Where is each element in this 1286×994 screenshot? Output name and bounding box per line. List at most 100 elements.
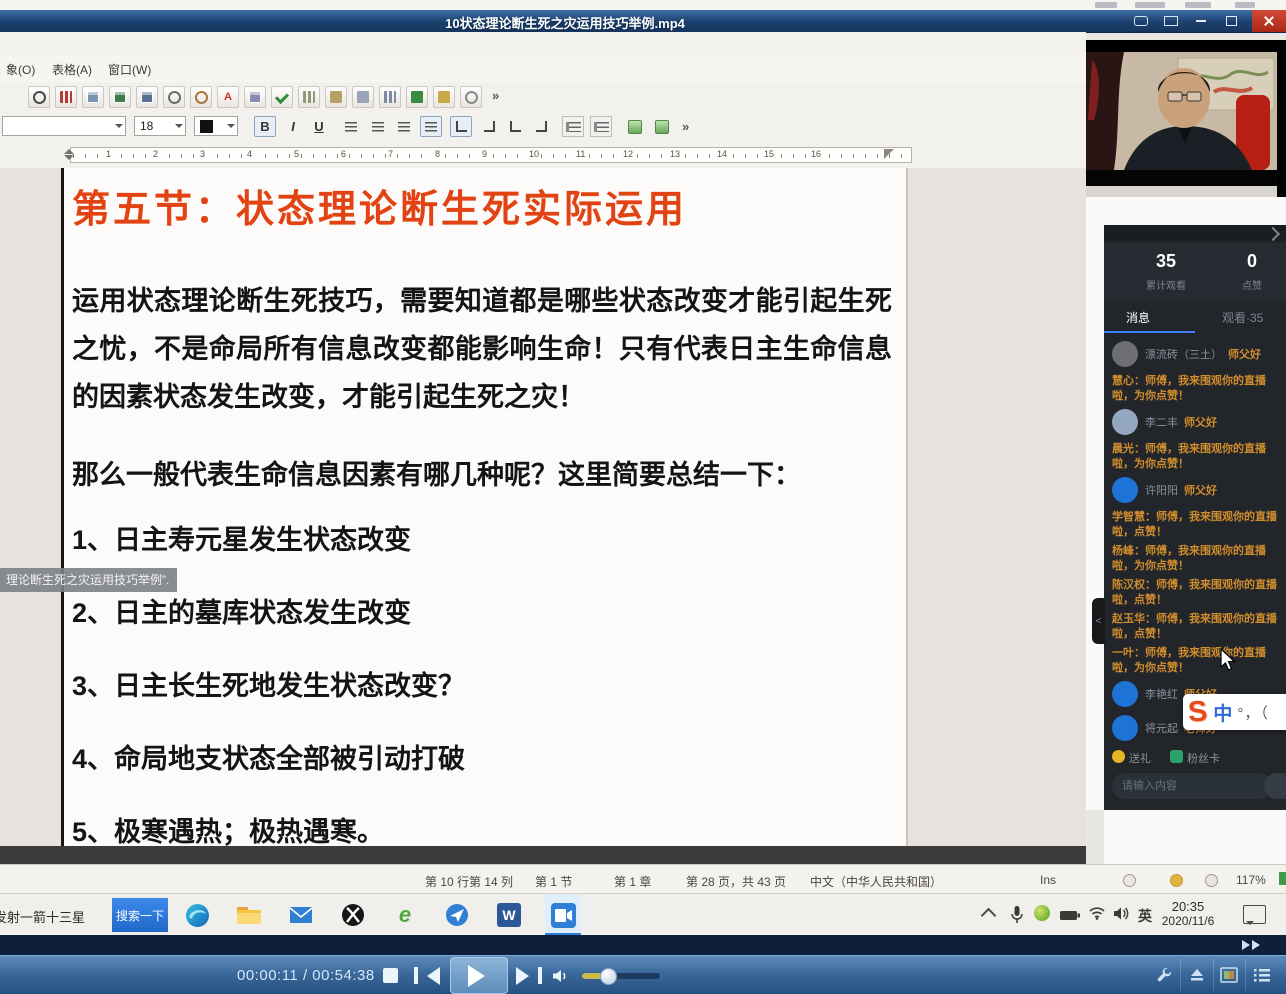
send-button[interactable] <box>1264 773 1286 799</box>
clipboard-icon[interactable] <box>325 86 347 108</box>
zoom-out-icon[interactable] <box>190 86 212 108</box>
chat-message-list[interactable]: 漂流砖（三土）师父好慧心：师傅，我来围观你的直播啦，为你点赞！李二丰师父好晨光：… <box>1112 340 1282 742</box>
video-player-icon[interactable] <box>550 902 576 928</box>
tab-bar-button[interactable] <box>530 116 552 137</box>
fast-forward-icon[interactable] <box>1252 940 1265 950</box>
tab-viewers[interactable]: 观看·35 <box>1222 309 1263 326</box>
table-icon[interactable] <box>136 86 158 108</box>
justify-button[interactable] <box>420 116 442 137</box>
security-tray-icon[interactable] <box>1034 905 1050 921</box>
spreadsheet-icon[interactable] <box>109 86 131 108</box>
panel-collapse-icon[interactable] <box>1266 227 1280 241</box>
volume-icon[interactable] <box>548 956 574 994</box>
numbering-button[interactable] <box>562 116 584 137</box>
font-family-select[interactable] <box>2 116 126 136</box>
chat-username[interactable]: 李艳红 <box>1145 686 1178 702</box>
seek-bar[interactable] <box>0 935 1286 955</box>
tab-center-button[interactable] <box>478 116 500 137</box>
word-icon[interactable]: W <box>496 902 522 928</box>
search-button[interactable]: 搜索一下 <box>112 898 168 932</box>
chat-username[interactable]: 漂流砖（三土） <box>1145 346 1222 362</box>
decrease-indent-button[interactable] <box>624 116 646 137</box>
ime-statusbar[interactable]: S 中 °，（ <box>1183 694 1286 730</box>
tray-clock[interactable]: 20:35 2020/11/6 <box>1156 899 1220 928</box>
frame-icon[interactable] <box>244 86 266 108</box>
spellcheck-icon[interactable] <box>271 86 293 108</box>
toolbar-overflow-icon[interactable]: » <box>492 88 499 103</box>
news-ticker[interactable]: 发射一箭十三星 <box>0 907 85 926</box>
horizontal-scrollbar-band[interactable] <box>0 846 1086 864</box>
find-icon[interactable] <box>28 86 50 108</box>
wifi-icon[interactable] <box>1088 906 1106 925</box>
volume-tray-icon[interactable] <box>1113 906 1130 926</box>
gift-icon[interactable] <box>1112 750 1125 763</box>
eject-icon[interactable] <box>1180 959 1213 991</box>
align-right-button[interactable] <box>393 116 415 137</box>
xbox-icon[interactable] <box>340 902 366 928</box>
ime-language-indicator[interactable]: 英 <box>1138 906 1152 926</box>
ime-punctuation[interactable]: °，（ <box>1237 702 1269 723</box>
page-icon[interactable] <box>352 86 374 108</box>
stop-button[interactable] <box>376 956 404 994</box>
status-zoom[interactable]: 117% <box>1236 873 1266 887</box>
edge-icon[interactable] <box>184 902 210 928</box>
snapshot-icon[interactable] <box>1213 959 1246 991</box>
tab-right-button[interactable] <box>504 116 526 137</box>
avatar[interactable] <box>1112 341 1138 367</box>
bullets-button[interactable] <box>590 116 612 137</box>
increase-indent-button[interactable] <box>651 116 673 137</box>
fields-icon[interactable] <box>433 86 455 108</box>
bold-button[interactable]: B <box>254 116 276 137</box>
fan-card-label[interactable]: 粉丝卡 <box>1187 750 1220 766</box>
mailmerge-icon[interactable] <box>406 86 428 108</box>
maximize-button[interactable] <box>1218 13 1244 29</box>
align-left-button[interactable] <box>340 116 362 137</box>
table-insert-icon[interactable] <box>82 86 104 108</box>
menu-object[interactable]: 象(O) <box>6 61 35 78</box>
globe-icon[interactable] <box>460 86 482 108</box>
volume-knob[interactable] <box>600 968 617 985</box>
avatar[interactable] <box>1112 409 1138 435</box>
bookmark-icon[interactable] <box>379 86 401 108</box>
chart-icon[interactable] <box>55 86 77 108</box>
browser-icon[interactable] <box>444 902 470 928</box>
mail-icon[interactable] <box>288 902 314 928</box>
gift-label[interactable]: 送礼 <box>1129 750 1151 766</box>
display-icon[interactable] <box>1158 13 1184 29</box>
ie-icon[interactable]: e <box>392 902 418 928</box>
volume-slider[interactable] <box>582 973 660 979</box>
playlist-icon[interactable] <box>1245 959 1278 991</box>
toolbar-overflow-icon[interactable]: » <box>682 119 689 134</box>
avatar[interactable] <box>1112 715 1138 741</box>
font-color-icon[interactable]: A <box>217 86 239 108</box>
view-button[interactable] <box>1279 872 1286 885</box>
next-button[interactable] <box>512 956 546 994</box>
tab-left-button[interactable] <box>450 116 472 137</box>
battery-icon[interactable] <box>1060 908 1080 926</box>
ime-mode-chinese[interactable]: 中 <box>1213 699 1232 726</box>
avatar[interactable] <box>1112 477 1138 503</box>
message-icon[interactable] <box>1128 13 1154 29</box>
action-center-icon[interactable] <box>1243 905 1266 924</box>
columns-icon[interactable] <box>298 86 320 108</box>
microphone-icon[interactable] <box>1010 905 1024 929</box>
panel-collapse-handle[interactable]: < <box>1092 598 1105 644</box>
zoom-in-icon[interactable] <box>163 86 185 108</box>
italic-button[interactable]: I <box>282 116 304 137</box>
indent-marker-bottom[interactable] <box>64 155 74 165</box>
chat-input[interactable] <box>1112 773 1272 799</box>
document-page[interactable]: 第五节：状态理论断生死实际运用 运用状态理论断生死技巧，需要知道都是哪些状态改变… <box>64 168 906 846</box>
close-button[interactable] <box>1252 10 1286 32</box>
menu-table[interactable]: 表格(A) <box>52 61 92 78</box>
right-margin-marker[interactable] <box>884 149 894 159</box>
underline-button[interactable]: U <box>308 116 330 137</box>
previous-button[interactable] <box>410 956 444 994</box>
chat-username[interactable]: 将元起 <box>1145 720 1178 736</box>
menu-window[interactable]: 窗口(W) <box>108 61 151 78</box>
chat-username[interactable]: 许阳阳 <box>1145 482 1178 498</box>
tab-messages[interactable]: 消息 <box>1126 309 1150 326</box>
play-button[interactable] <box>450 957 508 994</box>
font-color-select[interactable] <box>194 116 238 136</box>
align-center-button[interactable] <box>367 116 389 137</box>
settings-wrench-icon[interactable] <box>1148 959 1180 991</box>
